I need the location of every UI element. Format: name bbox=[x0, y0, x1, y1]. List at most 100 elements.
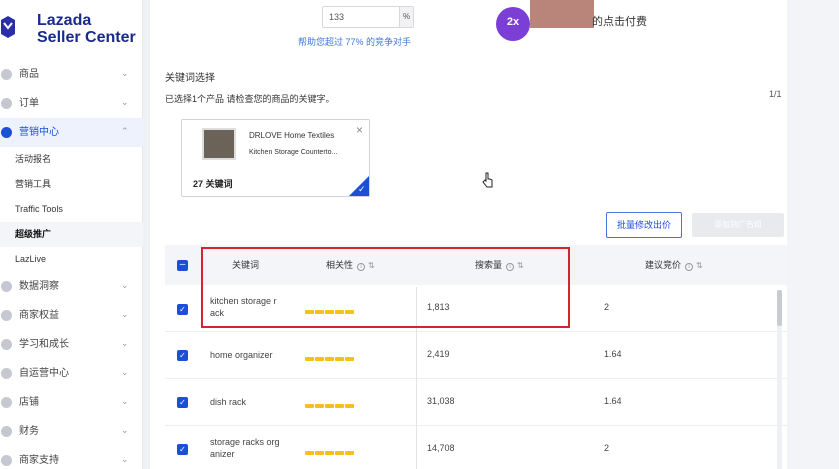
insights-icon bbox=[1, 281, 12, 292]
sort-icon[interactable]: ⇅ bbox=[696, 261, 703, 270]
sidebar-item-products[interactable]: 商品 ⌄ bbox=[0, 60, 143, 89]
sidebar-item-label: 商家权益 bbox=[19, 310, 59, 321]
chevron-down-icon: ⌄ bbox=[121, 97, 129, 107]
sidebar-item-data-insights[interactable]: 数据洞察 ⌄ bbox=[0, 272, 143, 301]
sidebar-item-marketing[interactable]: 营销中心 ⌃ bbox=[0, 118, 143, 147]
sidebar-item-label: 学习和成长 bbox=[19, 339, 69, 350]
add-to-ad-group-button[interactable]: 添加到广告组 bbox=[692, 213, 784, 237]
sidebar-subitem-label: 营销工具 bbox=[15, 179, 52, 189]
product-subtitle: Kitchen Storage Counterto... bbox=[249, 149, 338, 156]
product-name: DRLOVE Home Textiles bbox=[249, 131, 335, 140]
sidebar-subitem-label: Traffic Tools bbox=[15, 204, 63, 214]
table-row[interactable]: ✓ home organizer 2,419 1.64 bbox=[165, 332, 787, 379]
sidebar-item-label: 数据洞察 bbox=[19, 281, 59, 292]
brand-name: Lazada Seller Center bbox=[37, 12, 136, 46]
row-bid: 2 bbox=[604, 302, 610, 312]
row-volume: 2,419 bbox=[427, 349, 450, 359]
sidebar-item-orders[interactable]: 订单 ⌄ bbox=[0, 89, 143, 118]
header-bid-label: 建议竞价 bbox=[645, 260, 682, 270]
sidebar-item-learning[interactable]: 学习和成长 ⌄ bbox=[0, 330, 143, 359]
row-keyword: storage racks org anizer bbox=[210, 437, 280, 459]
bid-value: 133 bbox=[329, 12, 345, 22]
chevron-down-icon: ⌄ bbox=[121, 68, 129, 78]
row-checkbox[interactable]: ✓ bbox=[177, 350, 188, 361]
table-scrollbar-thumb[interactable] bbox=[777, 290, 782, 326]
sidebar-item-label: 店铺 bbox=[19, 397, 39, 408]
promo-banner-image bbox=[530, 0, 594, 28]
brand-line2: Seller Center bbox=[37, 29, 136, 46]
sidebar-item-self-operation[interactable]: 自运营中心 ⌄ bbox=[0, 359, 143, 388]
row-bid: 1.64 bbox=[604, 349, 622, 359]
mouse-cursor-icon bbox=[482, 172, 493, 188]
product-keyword-count: 27 关键词 bbox=[193, 179, 233, 189]
sidebar-item-label: 财务 bbox=[19, 426, 39, 437]
close-icon[interactable]: × bbox=[356, 124, 366, 136]
sidebar-item-store[interactable]: 店铺 ⌄ bbox=[0, 388, 143, 417]
brand-line1: Lazada bbox=[37, 12, 92, 29]
product-card[interactable]: DRLOVE Home Textiles Kitchen Storage Cou… bbox=[181, 119, 370, 197]
sidebar: Lazada Seller Center 商品 ⌄ 订单 ⌄ 营销中心 ⌃ 活动… bbox=[0, 0, 143, 469]
section-title: 关键词选择 bbox=[165, 73, 215, 84]
chevron-down-icon: ⌄ bbox=[121, 367, 129, 377]
sidebar-subitem-traffic-tools[interactable]: Traffic Tools bbox=[0, 197, 143, 222]
competitor-help-text: 帮助您超过 77% 的竞争对手 bbox=[298, 37, 412, 47]
right-margin bbox=[787, 0, 839, 469]
store-icon bbox=[1, 397, 12, 408]
orders-icon bbox=[1, 98, 12, 109]
benefits-icon bbox=[1, 310, 12, 321]
annotation-highlight-box bbox=[201, 247, 570, 328]
brand-logo[interactable]: Lazada Seller Center bbox=[0, 10, 143, 50]
learning-icon bbox=[1, 339, 12, 350]
lazada-logo-icon bbox=[1, 16, 15, 38]
chevron-down-icon: ⌄ bbox=[121, 425, 129, 435]
support-icon bbox=[1, 455, 12, 466]
sidebar-subitem-label: LazLive bbox=[15, 254, 47, 264]
pager: 1/1 bbox=[769, 89, 782, 99]
bid-percentage-input[interactable]: 133 % bbox=[322, 6, 414, 28]
bid-unit: % bbox=[399, 7, 413, 27]
sidebar-item-label: 营销中心 bbox=[19, 127, 59, 138]
sidebar-item-label: 商品 bbox=[19, 69, 39, 80]
table-row[interactable]: ✓ dish rack 31,038 1.64 bbox=[165, 379, 787, 426]
marketing-icon bbox=[1, 127, 12, 138]
bulk-edit-bid-button[interactable]: 批量修改出价 bbox=[606, 212, 682, 238]
chevron-down-icon: ⌄ bbox=[121, 396, 129, 406]
sidebar-subitem-campaigns[interactable]: 活动报名 bbox=[0, 147, 143, 172]
info-icon[interactable]: i bbox=[685, 263, 694, 271]
sidebar-item-seller-benefits[interactable]: 商家权益 ⌄ bbox=[0, 301, 143, 330]
sidebar-item-seller-support[interactable]: 商家支持 ⌄ bbox=[0, 446, 143, 469]
row-checkbox[interactable]: ✓ bbox=[177, 304, 188, 315]
relevance-bar bbox=[305, 447, 357, 455]
product-thumbnail bbox=[202, 128, 236, 160]
select-all-checkbox[interactable]: – bbox=[177, 260, 188, 271]
row-checkbox[interactable]: ✓ bbox=[177, 444, 188, 455]
sidebar-subitem-lazlive[interactable]: LazLive bbox=[0, 247, 143, 272]
sidebar-subitem-marketing-tools[interactable]: 营销工具 bbox=[0, 172, 143, 197]
table-row[interactable]: ✓ storage racks org anizer 14,708 2 bbox=[165, 426, 787, 469]
row-bid: 2 bbox=[604, 443, 610, 453]
products-icon bbox=[1, 69, 12, 80]
relevance-bar bbox=[305, 353, 357, 361]
sidebar-subitem-label: 活动报名 bbox=[15, 154, 52, 164]
chevron-up-icon: ⌃ bbox=[121, 126, 129, 136]
sidebar-subitem-label: 超级推广 bbox=[15, 229, 52, 239]
row-volume: 14,708 bbox=[427, 443, 455, 453]
sidebar-item-finance[interactable]: 财务 ⌄ bbox=[0, 417, 143, 446]
relevance-bar bbox=[305, 400, 357, 408]
chevron-down-icon: ⌄ bbox=[121, 454, 129, 464]
sidebar-subitem-sponsored-discovery[interactable]: 超级推广 bbox=[0, 222, 143, 247]
check-icon: ✓ bbox=[358, 184, 366, 194]
sidebar-nav: 商品 ⌄ 订单 ⌄ 营销中心 ⌃ 活动报名 营销工具 Traffic Tools… bbox=[0, 60, 143, 469]
selected-product-info: 已选择1个产品 请检查您的商品的关键字。 bbox=[165, 94, 335, 104]
self-operation-icon bbox=[1, 368, 12, 379]
sidebar-item-label: 自运营中心 bbox=[19, 368, 69, 379]
row-bid: 1.64 bbox=[604, 396, 622, 406]
promo-badge: 2x bbox=[496, 7, 530, 41]
chevron-down-icon: ⌄ bbox=[121, 309, 129, 319]
row-keyword: dish rack bbox=[210, 397, 247, 407]
row-checkbox[interactable]: ✓ bbox=[177, 397, 188, 408]
main-panel: 133 % 帮助您超过 77% 的竞争对手 2x 的点击付费 关键词选择 已选择… bbox=[150, 0, 787, 469]
chevron-down-icon: ⌄ bbox=[121, 338, 129, 348]
column-header-bid[interactable]: 建议竞价 i ⇅ bbox=[645, 260, 703, 271]
chevron-down-icon: ⌄ bbox=[121, 280, 129, 290]
